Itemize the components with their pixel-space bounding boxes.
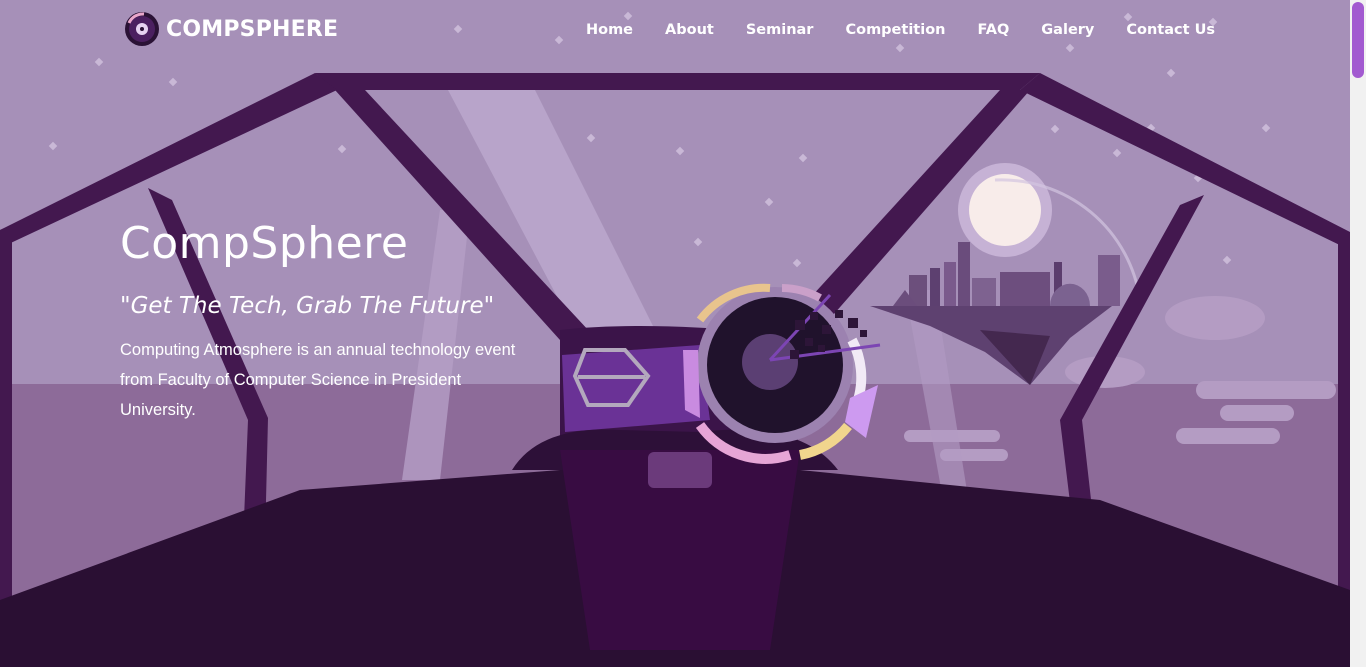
nav-item-seminar[interactable]: Seminar (746, 22, 814, 38)
nav-item-about[interactable]: About (665, 22, 714, 38)
nav-item-competition[interactable]: Competition (845, 22, 945, 38)
nav-item-galery[interactable]: Galery (1041, 22, 1094, 38)
brand-logo[interactable]: COMPSPHERE (124, 11, 338, 47)
brand-name: COMPSPHERE (166, 16, 339, 42)
page-scrollbar[interactable] (1350, 0, 1366, 667)
hero-description: Computing Atmosphere is an annual techno… (120, 341, 516, 419)
vinyl-disc-icon (125, 12, 159, 46)
scrollbar-thumb[interactable] (1352, 2, 1364, 78)
nav-menu: Home About Seminar Competition FAQ Galer… (586, 22, 1215, 38)
hero-section: CompSphere "Get The Tech, Grab The Futur… (120, 218, 540, 425)
nav-item-contact-us[interactable]: Contact Us (1126, 22, 1215, 38)
top-navbar: COMPSPHERE Home About Seminar Competitio… (0, 0, 1350, 62)
nav-item-faq[interactable]: FAQ (977, 22, 1009, 38)
hero-title: CompSphere (120, 218, 409, 269)
hero-tagline: "Get The Tech, Grab The Future" (120, 293, 495, 319)
nav-item-home[interactable]: Home (586, 22, 633, 38)
